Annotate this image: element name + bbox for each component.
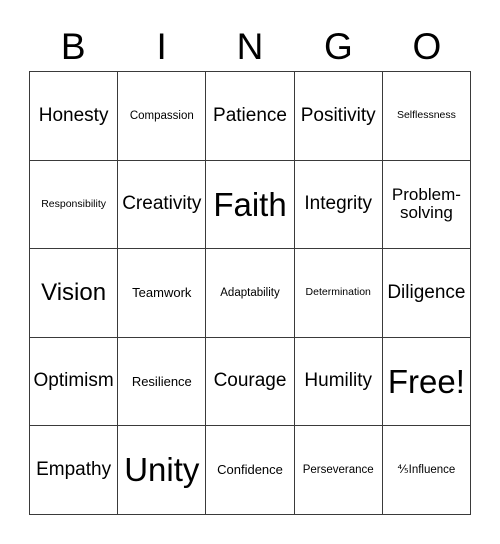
- bingo-cell-label: Responsibility: [41, 197, 106, 210]
- bingo-cell-label: Adaptability: [220, 286, 280, 299]
- bingo-cell-g5[interactable]: Perseverance: [294, 426, 383, 515]
- bingo-header-letter-i: I: [156, 26, 167, 67]
- bingo-cell-n5[interactable]: Confidence: [206, 426, 295, 515]
- bingo-row-5: Empathy Unity Confidence Perseverance ⅘I…: [30, 426, 472, 515]
- bingo-cell-label: Diligence: [387, 281, 466, 303]
- bingo-cell-label: Patience: [213, 104, 287, 126]
- bingo-cell-label: Perseverance: [302, 463, 374, 476]
- bingo-cell-b3[interactable]: Vision: [30, 249, 119, 338]
- bingo-cell-label: Empathy: [36, 458, 112, 480]
- bingo-header-letter-g: G: [324, 26, 353, 67]
- bingo-cell-i3[interactable]: Teamwork: [118, 249, 207, 338]
- bingo-cell-b1[interactable]: Honesty: [30, 72, 119, 161]
- bingo-cell-n2[interactable]: Faith: [206, 160, 295, 250]
- bingo-cell-label: Creativity: [122, 193, 202, 215]
- bingo-cell-label: Compassion: [129, 109, 194, 122]
- bingo-cell-label: Resilience: [131, 373, 192, 389]
- bingo-cell-b4[interactable]: Optimism: [30, 337, 119, 427]
- bingo-cell-n3[interactable]: Adaptability: [206, 249, 295, 338]
- bingo-cell-o3[interactable]: Diligence: [382, 249, 472, 338]
- bingo-header-letter-n: N: [236, 26, 264, 67]
- bingo-cell-i1[interactable]: Compassion: [118, 72, 207, 161]
- bingo-header-row: B I N G O: [29, 0, 471, 71]
- bingo-cell-label: ⅘Influence: [397, 463, 456, 476]
- bingo-cell-label: Faith: [213, 185, 287, 223]
- bingo-cell-label: Honesty: [38, 104, 109, 126]
- bingo-cell-g4[interactable]: Humility: [294, 337, 383, 427]
- bingo-cell-label: Courage: [213, 370, 287, 392]
- bingo-cell-b2[interactable]: Responsibility: [30, 160, 119, 250]
- bingo-cell-label: Vision: [41, 279, 107, 307]
- bingo-cell-g3[interactable]: Determination: [294, 249, 383, 338]
- bingo-cell-n1[interactable]: Patience: [206, 72, 295, 161]
- bingo-cell-label: Unity: [124, 451, 200, 489]
- bingo-cell-b5[interactable]: Empathy: [30, 426, 119, 515]
- bingo-cell-label: Problem-solving: [391, 185, 461, 223]
- bingo-cell-i2[interactable]: Creativity: [118, 160, 207, 250]
- bingo-cell-g1[interactable]: Positivity: [294, 72, 383, 161]
- bingo-cell-o1[interactable]: Selflessness: [382, 72, 472, 161]
- bingo-cell-label: Humility: [304, 370, 372, 392]
- bingo-free-space-label: Free!: [387, 362, 465, 400]
- bingo-cell-label: Optimism: [33, 370, 114, 392]
- bingo-cell-label: Confidence: [217, 462, 283, 478]
- bingo-header-letter-o: O: [412, 26, 442, 67]
- bingo-row-1: Honesty Compassion Patience Positivity S…: [30, 72, 472, 161]
- bingo-row-3: Vision Teamwork Adaptability Determinati…: [30, 249, 472, 338]
- bingo-cell-i4[interactable]: Resilience: [118, 337, 207, 427]
- bingo-cell-label: Teamwork: [132, 284, 192, 300]
- bingo-grid: Honesty Compassion Patience Positivity S…: [29, 71, 472, 515]
- bingo-cell-o2[interactable]: Problem-solving: [382, 160, 472, 250]
- bingo-cell-label: Positivity: [300, 104, 376, 126]
- bingo-header-letter-b: B: [60, 26, 86, 67]
- bingo-cell-n4[interactable]: Courage: [206, 337, 295, 427]
- bingo-cell-g2[interactable]: Integrity: [294, 160, 383, 250]
- bingo-cell-o5[interactable]: ⅘Influence: [382, 426, 472, 515]
- bingo-cell-label: Determination: [305, 286, 371, 299]
- bingo-row-4: Optimism Resilience Courage Humility Fre…: [30, 337, 472, 427]
- bingo-row-2: Responsibility Creativity Faith Integrit…: [30, 160, 472, 250]
- bingo-cell-o4-free-space[interactable]: Free!: [382, 337, 472, 427]
- bingo-cell-label: Selflessness: [396, 109, 456, 122]
- bingo-cell-i5[interactable]: Unity: [118, 426, 207, 515]
- bingo-card: B I N G O Honesty Compassion Patience Po…: [29, 0, 472, 515]
- bingo-cell-label: Integrity: [304, 193, 372, 215]
